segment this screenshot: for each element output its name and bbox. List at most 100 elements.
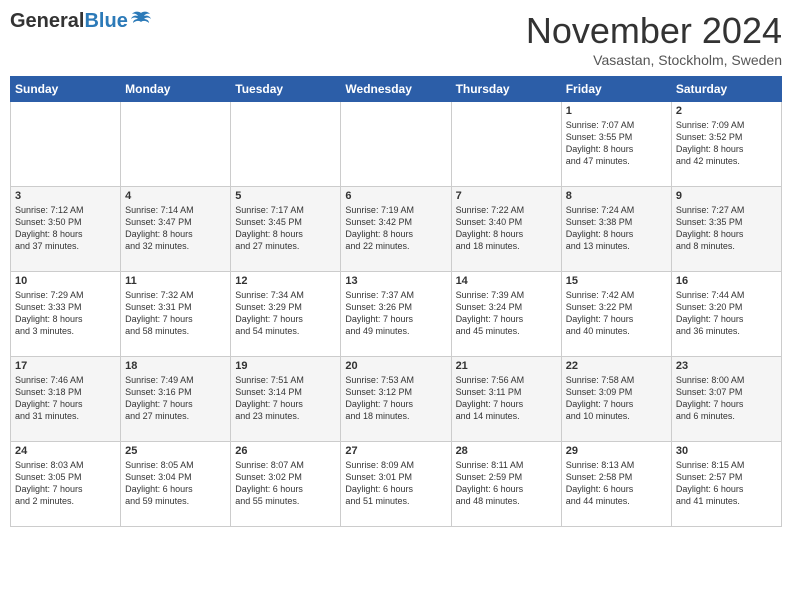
calendar-body: 1 Sunrise: 7:07 AM Sunset: 3:55 PM Daylig… [11, 102, 782, 527]
calendar-cell: 22Sunrise: 7:58 AM Sunset: 3:09 PM Dayli… [561, 357, 671, 442]
col-friday: Friday [561, 77, 671, 102]
day-info: Sunrise: 8:05 AM Sunset: 3:04 PM Dayligh… [125, 459, 226, 508]
day-number: 19 [235, 360, 336, 372]
day-number: 8 [566, 190, 667, 202]
day-number: 23 [676, 360, 777, 372]
calendar-cell: 4Sunrise: 7:14 AM Sunset: 3:47 PM Daylig… [121, 187, 231, 272]
day-info: Sunrise: 7:17 AM Sunset: 3:45 PM Dayligh… [235, 204, 336, 253]
calendar-week-5: 24 Sunrise: 8:03 AM Sunset: 3:05 PM Dayli… [11, 442, 782, 527]
day-number: 24 [15, 445, 116, 457]
logo: GeneralBlue [10, 10, 152, 33]
calendar: Sunday Monday Tuesday Wednesday Thursday… [10, 76, 782, 527]
calendar-cell [231, 102, 341, 187]
calendar-cell: 27 Sunrise: 8:09 AM Sunset: 3:01 PM Dayli… [341, 442, 451, 527]
calendar-cell: 21 Sunrise: 7:56 AM Sunset: 3:11 PM Dayli… [451, 357, 561, 442]
day-number: 2 [676, 105, 777, 117]
calendar-cell: 6 Sunrise: 7:19 AM Sunset: 3:42 PM Daylig… [341, 187, 451, 272]
day-number: 21 [456, 360, 557, 372]
day-info: Sunrise: 7:49 AM Sunset: 3:16 PM Dayligh… [125, 374, 226, 423]
day-number: 26 [235, 445, 336, 457]
month-title: November 2024 [526, 10, 782, 52]
header: GeneralBlue November 2024 Vasastan, Stoc… [10, 10, 782, 68]
calendar-cell: 8 Sunrise: 7:24 AM Sunset: 3:38 PM Daylig… [561, 187, 671, 272]
day-info: Sunrise: 7:24 AM Sunset: 3:38 PM Dayligh… [566, 204, 667, 253]
day-number: 14 [456, 275, 557, 287]
logo-text: GeneralBlue [10, 10, 128, 33]
day-info: Sunrise: 7:44 AM Sunset: 3:20 PM Dayligh… [676, 289, 777, 338]
calendar-cell: 9 Sunrise: 7:27 AM Sunset: 3:35 PM Daylig… [671, 187, 781, 272]
day-number: 13 [345, 275, 446, 287]
day-info: Sunrise: 7:32 AM Sunset: 3:31 PM Dayligh… [125, 289, 226, 338]
calendar-cell: 25 Sunrise: 8:05 AM Sunset: 3:04 PM Dayli… [121, 442, 231, 527]
calendar-cell: 5 Sunrise: 7:17 AM Sunset: 3:45 PM Daylig… [231, 187, 341, 272]
day-info: Sunrise: 7:34 AM Sunset: 3:29 PM Dayligh… [235, 289, 336, 338]
calendar-cell: 23 Sunrise: 8:00 AM Sunset: 3:07 PM Dayli… [671, 357, 781, 442]
day-number: 25 [125, 445, 226, 457]
day-info: Sunrise: 7:27 AM Sunset: 3:35 PM Dayligh… [676, 204, 777, 253]
day-number: 20 [345, 360, 446, 372]
day-number: 29 [566, 445, 667, 457]
location: Vasastan, Stockholm, Sweden [526, 52, 782, 68]
calendar-cell: 1 Sunrise: 7:07 AM Sunset: 3:55 PM Daylig… [561, 102, 671, 187]
col-saturday: Saturday [671, 77, 781, 102]
day-info: Sunrise: 7:46 AM Sunset: 3:18 PM Dayligh… [15, 374, 116, 423]
calendar-cell [121, 102, 231, 187]
day-info: Sunrise: 7:22 AM Sunset: 3:40 PM Dayligh… [456, 204, 557, 253]
day-info: Sunrise: 8:00 AM Sunset: 3:07 PM Dayligh… [676, 374, 777, 423]
calendar-cell [341, 102, 451, 187]
calendar-cell: 7 Sunrise: 7:22 AM Sunset: 3:40 PM Daylig… [451, 187, 561, 272]
calendar-cell: 17 Sunrise: 7:46 AM Sunset: 3:18 PM Dayli… [11, 357, 121, 442]
day-number: 6 [345, 190, 446, 202]
day-info: Sunrise: 8:07 AM Sunset: 3:02 PM Dayligh… [235, 459, 336, 508]
day-info: Sunrise: 8:03 AM Sunset: 3:05 PM Dayligh… [15, 459, 116, 508]
day-info: Sunrise: 7:51 AM Sunset: 3:14 PM Dayligh… [235, 374, 336, 423]
day-info: Sunrise: 7:53 AM Sunset: 3:12 PM Dayligh… [345, 374, 446, 423]
calendar-cell: 28 Sunrise: 8:11 AM Sunset: 2:59 PM Dayli… [451, 442, 561, 527]
calendar-cell [451, 102, 561, 187]
calendar-week-3: 10Sunrise: 7:29 AM Sunset: 3:33 PM Dayli… [11, 272, 782, 357]
day-number: 11 [125, 275, 226, 287]
logo-bird-icon [130, 11, 152, 29]
calendar-cell [11, 102, 121, 187]
day-info: Sunrise: 8:11 AM Sunset: 2:59 PM Dayligh… [456, 459, 557, 508]
day-info: Sunrise: 7:56 AM Sunset: 3:11 PM Dayligh… [456, 374, 557, 423]
day-info: Sunrise: 7:19 AM Sunset: 3:42 PM Dayligh… [345, 204, 446, 253]
day-number: 3 [15, 190, 116, 202]
day-number: 17 [15, 360, 116, 372]
day-info: Sunrise: 7:14 AM Sunset: 3:47 PM Dayligh… [125, 204, 226, 253]
page: GeneralBlue November 2024 Vasastan, Stoc… [0, 0, 792, 612]
col-sunday: Sunday [11, 77, 121, 102]
col-thursday: Thursday [451, 77, 561, 102]
calendar-cell: 13 Sunrise: 7:37 AM Sunset: 3:26 PM Dayli… [341, 272, 451, 357]
col-wednesday: Wednesday [341, 77, 451, 102]
day-number: 28 [456, 445, 557, 457]
calendar-cell: 15Sunrise: 7:42 AM Sunset: 3:22 PM Dayli… [561, 272, 671, 357]
day-info: Sunrise: 7:42 AM Sunset: 3:22 PM Dayligh… [566, 289, 667, 338]
day-info: Sunrise: 7:09 AM Sunset: 3:52 PM Dayligh… [676, 119, 777, 168]
calendar-cell: 19 Sunrise: 7:51 AM Sunset: 3:14 PM Dayli… [231, 357, 341, 442]
calendar-cell: 10Sunrise: 7:29 AM Sunset: 3:33 PM Dayli… [11, 272, 121, 357]
day-number: 7 [456, 190, 557, 202]
calendar-cell: 12 Sunrise: 7:34 AM Sunset: 3:29 PM Dayli… [231, 272, 341, 357]
day-number: 1 [566, 105, 667, 117]
col-tuesday: Tuesday [231, 77, 341, 102]
day-number: 18 [125, 360, 226, 372]
calendar-cell: 29Sunrise: 8:13 AM Sunset: 2:58 PM Dayli… [561, 442, 671, 527]
day-number: 27 [345, 445, 446, 457]
day-number: 9 [676, 190, 777, 202]
day-info: Sunrise: 8:15 AM Sunset: 2:57 PM Dayligh… [676, 459, 777, 508]
calendar-week-1: 1 Sunrise: 7:07 AM Sunset: 3:55 PM Daylig… [11, 102, 782, 187]
day-info: Sunrise: 7:37 AM Sunset: 3:26 PM Dayligh… [345, 289, 446, 338]
day-number: 12 [235, 275, 336, 287]
day-number: 5 [235, 190, 336, 202]
calendar-cell: 24 Sunrise: 8:03 AM Sunset: 3:05 PM Dayli… [11, 442, 121, 527]
day-number: 30 [676, 445, 777, 457]
calendar-cell: 3Sunrise: 7:12 AM Sunset: 3:50 PM Daylig… [11, 187, 121, 272]
calendar-cell: 14Sunrise: 7:39 AM Sunset: 3:24 PM Dayli… [451, 272, 561, 357]
calendar-cell: 20 Sunrise: 7:53 AM Sunset: 3:12 PM Dayli… [341, 357, 451, 442]
calendar-cell: 26 Sunrise: 8:07 AM Sunset: 3:02 PM Dayli… [231, 442, 341, 527]
calendar-cell: 11 Sunrise: 7:32 AM Sunset: 3:31 PM Dayli… [121, 272, 231, 357]
day-info: Sunrise: 8:09 AM Sunset: 3:01 PM Dayligh… [345, 459, 446, 508]
day-info: Sunrise: 7:07 AM Sunset: 3:55 PM Dayligh… [566, 119, 667, 168]
day-number: 22 [566, 360, 667, 372]
